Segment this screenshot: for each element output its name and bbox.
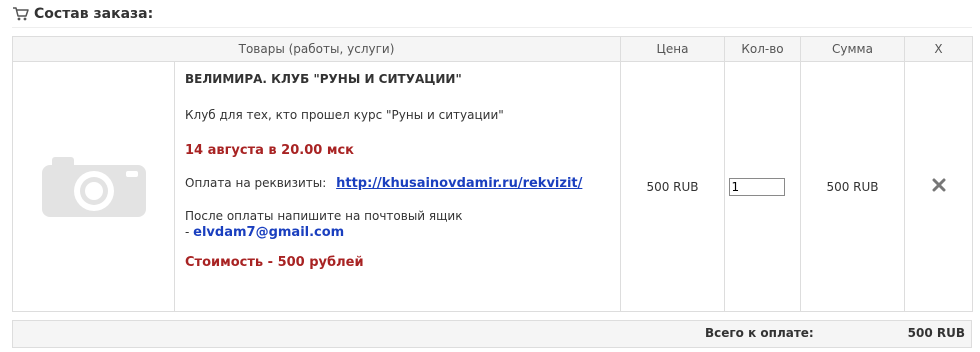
after-payment-text: После оплаты напишите на почтовый ящик bbox=[185, 209, 463, 223]
price-cell: 500 RUB bbox=[620, 61, 725, 312]
section-header: Состав заказа: bbox=[12, 2, 153, 26]
section-title: Состав заказа: bbox=[34, 6, 154, 22]
header-sum: Сумма bbox=[800, 36, 905, 62]
product-subtitle: Клуб для тех, кто прошел курс "Руны и си… bbox=[185, 108, 504, 122]
remove-cell bbox=[904, 61, 973, 312]
table-row: ВЕЛИМИРА. КЛУБ "РУНЫ И СИТУАЦИИ" Клуб дл… bbox=[12, 61, 973, 312]
product-image-cell bbox=[12, 61, 175, 312]
payment-link[interactable]: http://khusainovdamir.ru/rekvizit/ bbox=[336, 176, 582, 191]
event-date: 14 августа в 20.00 мск bbox=[185, 143, 354, 158]
camera-placeholder-icon bbox=[41, 153, 146, 220]
total-label: Всего к оплате: bbox=[705, 326, 814, 340]
email-address: elvdam7@gmail.com bbox=[193, 225, 345, 240]
quantity-input[interactable] bbox=[728, 177, 785, 196]
cart-icon bbox=[12, 6, 30, 22]
email-prefix: - bbox=[185, 225, 194, 239]
quantity-cell bbox=[724, 61, 801, 312]
order-table: Товары (работы, услуги) Цена Кол-во Сумм… bbox=[12, 36, 973, 312]
header-quantity: Кол-во bbox=[724, 36, 801, 62]
header-price: Цена bbox=[620, 36, 725, 62]
table-header-row: Товары (работы, услуги) Цена Кол-во Сумм… bbox=[12, 36, 973, 62]
total-value: 500 RUB bbox=[907, 326, 965, 340]
product-title: ВЕЛИМИРА. КЛУБ "РУНЫ И СИТУАЦИИ" bbox=[185, 72, 462, 86]
payment-line: Оплата на реквизиты: http://khusainovdam… bbox=[185, 175, 610, 192]
email-line: - elvdam7@gmail.com bbox=[185, 224, 610, 241]
sum-cell: 500 RUB bbox=[800, 61, 905, 312]
total-bar: Всего к оплате: 500 RUB bbox=[12, 320, 972, 348]
title-divider bbox=[12, 27, 972, 28]
header-products: Товары (работы, услуги) bbox=[12, 36, 621, 62]
close-icon[interactable] bbox=[932, 178, 946, 195]
product-cost: Стоимость - 500 рублей bbox=[185, 255, 364, 270]
product-description-cell: ВЕЛИМИРА. КЛУБ "РУНЫ И СИТУАЦИИ" Клуб дл… bbox=[174, 61, 621, 312]
header-remove: X bbox=[904, 36, 973, 62]
payment-label: Оплата на реквизиты: bbox=[185, 176, 327, 190]
